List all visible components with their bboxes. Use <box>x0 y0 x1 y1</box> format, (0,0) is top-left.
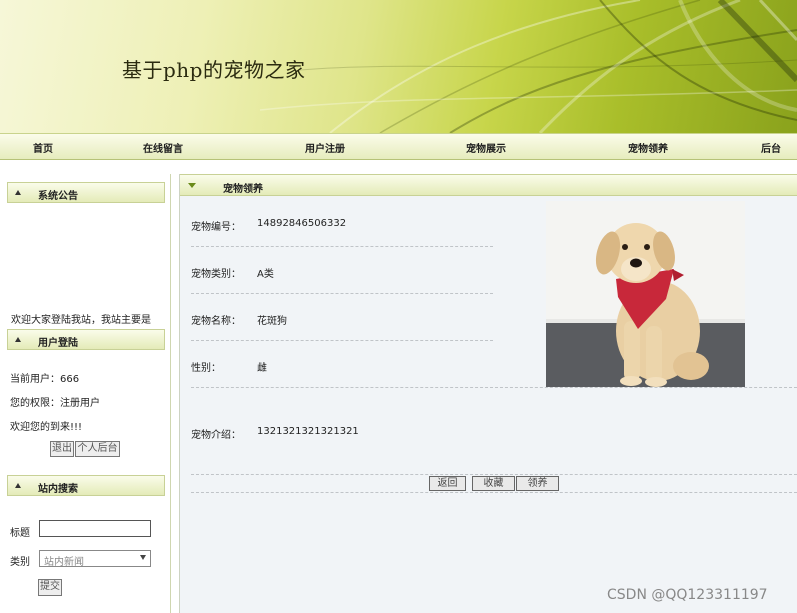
welcome-text: 欢迎您的到来!!! <box>10 422 83 433</box>
permission-text: 您的权限：注册用户 <box>10 398 100 409</box>
divider <box>191 387 797 388</box>
category-label: 类别 <box>10 557 30 568</box>
logout-button[interactable]: 退出 <box>50 441 74 457</box>
triangle-up-icon <box>15 337 21 342</box>
triangle-down-icon <box>188 183 196 188</box>
notice-title: 系统公告 <box>38 191 78 202</box>
watermark-text: CSDN @QQ123311197 <box>607 587 768 603</box>
triangle-up-icon <box>15 190 21 195</box>
nav-item-guestbook[interactable]: 在线留言 <box>143 140 183 155</box>
nav-item-home[interactable]: 首页 <box>33 140 53 155</box>
dog-photo-icon <box>546 201 745 387</box>
notice-header: 系统公告 <box>7 182 165 203</box>
pet-name-value: 花斑狗 <box>257 316 287 327</box>
header-banner: 基于php的宠物之家 <box>0 0 797 133</box>
pet-id-value: 14892846506332 <box>257 218 347 229</box>
section-title: 宠物领养 <box>223 184 263 195</box>
category-selected-value: 站内新闻 <box>44 557 84 568</box>
search-title: 站内搜索 <box>38 484 78 495</box>
pet-intro-label: 宠物介绍： <box>191 430 241 441</box>
adopt-button[interactable]: 领养 <box>516 476 559 491</box>
nav-item-admin[interactable]: 后台 <box>761 140 781 155</box>
nav-item-pet-show[interactable]: 宠物展示 <box>466 140 506 155</box>
search-title-input[interactable] <box>39 520 151 537</box>
dog-photo <box>546 201 745 387</box>
chevron-down-icon <box>140 555 146 560</box>
login-header: 用户登陆 <box>7 329 165 350</box>
search-header: 站内搜索 <box>7 475 165 496</box>
divider <box>191 246 493 247</box>
section-header: 宠物领养 <box>180 174 797 196</box>
search-submit-button[interactable]: 提交 <box>38 579 62 596</box>
divider <box>191 293 493 294</box>
title-label: 标题 <box>10 528 30 539</box>
personal-center-button[interactable]: 个人后台 <box>75 441 120 457</box>
banner-swirl-graphic <box>259 0 797 133</box>
nav-item-pet-adopt[interactable]: 宠物领养 <box>628 140 668 155</box>
login-title: 用户登陆 <box>38 338 78 349</box>
main-panel: 宠物领养 宠物编号： 14892846506332 宠物类别： A类 宠物名称：… <box>179 174 797 613</box>
back-button[interactable]: 返回 <box>429 476 466 491</box>
nav-item-register[interactable]: 用户注册 <box>305 140 345 155</box>
pet-category-value: A类 <box>257 269 274 280</box>
pet-gender-value: 雌 <box>257 363 267 374</box>
category-select[interactable]: 站内新闻 <box>39 550 151 568</box>
site-title: 基于php的宠物之家 <box>122 58 306 82</box>
favorite-button[interactable]: 收藏 <box>472 476 515 491</box>
main-nav: 首页 在线留言 用户注册 宠物展示 宠物领养 后台 <box>0 133 797 160</box>
pet-gender-label: 性别： <box>191 363 221 374</box>
pet-category-label: 宠物类别： <box>191 269 241 280</box>
pet-id-label: 宠物编号： <box>191 222 241 233</box>
divider <box>191 340 493 341</box>
divider <box>191 492 797 493</box>
current-user-text: 当前用户：666 <box>10 374 80 385</box>
triangle-up-icon <box>15 483 21 488</box>
divider <box>191 474 797 475</box>
pet-intro-value: 1321321321321321 <box>257 426 359 437</box>
notice-text: 欢迎大家登陆我站，我站主要是 <box>11 315 151 326</box>
pet-name-label: 宠物名称： <box>191 316 241 327</box>
